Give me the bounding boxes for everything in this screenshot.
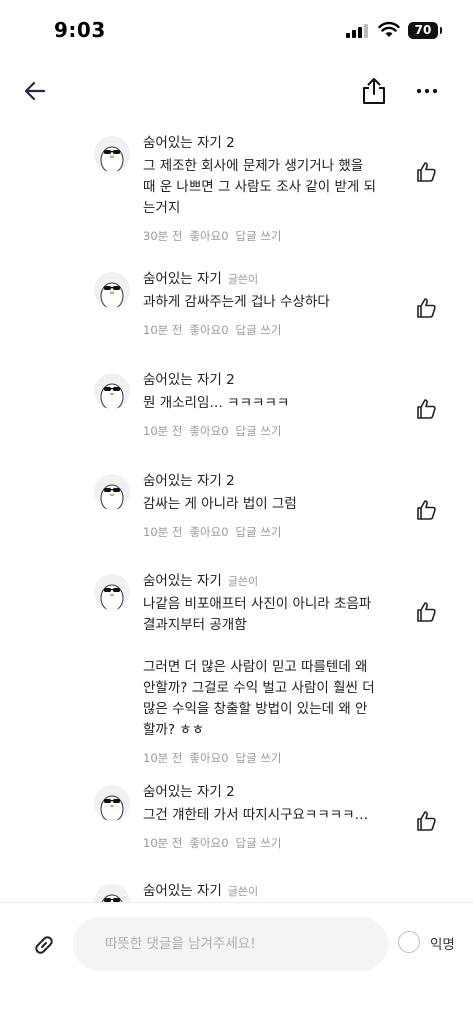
share-icon[interactable] — [360, 76, 388, 106]
battery-indicator: 70 — [408, 22, 438, 39]
comment-time: 10분 전 — [143, 836, 183, 850]
anonymous-label[interactable]: 익명 — [430, 933, 455, 953]
comment-header: 숨어있는 자기 2 — [143, 134, 393, 152]
comment-author: 숨어있는 자기 2 — [143, 135, 235, 151]
penguin-avatar-icon — [100, 282, 124, 308]
comment-meta: 30분 전 좋아요0 답글 쓰기 — [143, 228, 393, 244]
comment-text: 나같음 비포애프터 사진이 아니라 초음파 결과지부터 공개함 그러면 더 많은… — [143, 596, 375, 738]
comment-likes: 좋아요0 — [189, 323, 229, 337]
reply-button[interactable]: 답글 쓰기 — [236, 229, 282, 243]
comment-text: 그 제조한 회사에 문제가 생기거나 했을 때 운 나쁘면 그 사람도 조사 같… — [143, 158, 377, 216]
thumbs-up-icon[interactable] — [414, 809, 438, 833]
reply-button[interactable]: 답글 쓰기 — [236, 424, 282, 438]
thumbs-up-icon[interactable] — [414, 296, 438, 320]
author-badge: 글쓴이 — [227, 273, 259, 286]
comment-author: 숨어있는 자기 — [143, 883, 222, 899]
comment-body: 숨어있는 자기 글쓴이 — [143, 882, 393, 900]
comment-meta: 10분 전 좋아요0 답글 쓰기 — [143, 750, 393, 766]
comment-body: 숨어있는 자기 2 뭔 개소리임… ㅋㅋㅋㅋㅋ 10분 전 좋아요0 답글 쓰기 — [143, 371, 393, 439]
comment-meta: 10분 전 좋아요0 답글 쓰기 — [143, 524, 393, 540]
top-nav — [0, 66, 473, 116]
more-icon[interactable] — [414, 78, 440, 104]
paperclip-icon[interactable] — [30, 931, 58, 959]
penguin-avatar-icon — [100, 584, 124, 610]
avatar[interactable] — [94, 272, 130, 308]
comment-body: 숨어있는 자기 글쓴이 나같음 비포애프터 사진이 아니라 초음파 결과지부터 공… — [143, 572, 393, 766]
comment-body: 숨어있는 자기 글쓴이 과하게 감싸주는게 겁나 수상하다 10분 전 좋아요0 답글… — [143, 270, 393, 338]
anonymous-radio[interactable] — [398, 931, 420, 953]
penguin-avatar-icon — [100, 795, 124, 821]
comment-meta: 10분 전 좋아요0 답글 쓰기 — [143, 322, 393, 338]
comment-header: 숨어있는 자기 2 — [143, 371, 393, 389]
comment-header: 숨어있는 자기 글쓴이 — [143, 882, 393, 900]
reply-button[interactable]: 답글 쓰기 — [236, 836, 282, 850]
comment-body: 숨어있는 자기 2 그건 걔한테 가서 따지시구요ㅋㅋㅋㅋ… 10분 전 좋아요0… — [143, 783, 393, 851]
avatar[interactable] — [94, 785, 130, 821]
avatar[interactable] — [94, 136, 130, 172]
thumbs-up-icon[interactable] — [414, 498, 438, 522]
comment-time: 10분 전 — [143, 525, 183, 539]
comment-meta: 10분 전 좋아요0 답글 쓰기 — [143, 835, 393, 851]
author-badge: 글쓴이 — [227, 885, 259, 898]
comment-time: 10분 전 — [143, 323, 183, 337]
penguin-avatar-icon — [100, 484, 124, 510]
reply-button[interactable]: 답글 쓰기 — [236, 751, 282, 765]
avatar[interactable] — [94, 574, 130, 610]
penguin-avatar-icon — [100, 383, 124, 409]
comment-input[interactable] — [73, 917, 388, 971]
comment-body: 숨어있는 자기 2 그 제조한 회사에 문제가 생기거나 했을 때 운 나쁘면 … — [143, 134, 393, 244]
avatar[interactable] — [94, 373, 130, 409]
comment-author: 숨어있는 자기 2 — [143, 473, 235, 489]
wifi-icon — [378, 21, 400, 37]
comment-likes: 좋아요0 — [189, 424, 229, 438]
comment-likes: 좋아요0 — [189, 836, 229, 850]
comment-header: 숨어있는 자기 2 — [143, 472, 393, 490]
comment-time: 30분 전 — [143, 229, 183, 243]
comment-header: 숨어있는 자기 글쓴이 — [143, 572, 393, 590]
thumbs-up-icon[interactable] — [414, 160, 438, 184]
back-arrow-icon[interactable] — [22, 78, 48, 104]
avatar[interactable] — [94, 474, 130, 510]
penguin-avatar-icon — [100, 146, 124, 172]
status-bar: 9:03 70 — [0, 0, 473, 60]
comment-body: 숨어있는 자기 2 감싸는 게 아니라 법이 그럼 10분 전 좋아요0 답글 쓰기 — [143, 472, 393, 540]
comment-text: 뭔 개소리임… ㅋㅋㅋㅋㅋ — [143, 395, 290, 411]
comment-author: 숨어있는 자기 — [143, 573, 222, 589]
reply-button[interactable]: 답글 쓰기 — [236, 323, 282, 337]
comment-meta: 10분 전 좋아요0 답글 쓰기 — [143, 423, 393, 439]
comment-header: 숨어있는 자기 글쓴이 — [143, 270, 393, 288]
comment-author: 숨어있는 자기 2 — [143, 784, 235, 800]
comment-time: 10분 전 — [143, 751, 183, 765]
comment-likes: 좋아요0 — [189, 229, 229, 243]
signal-icon — [346, 24, 368, 38]
comment-text: 그건 걔한테 가서 따지시구요ㅋㅋㅋㅋ… — [143, 807, 369, 823]
comment-header: 숨어있는 자기 2 — [143, 783, 393, 801]
comment-author: 숨어있는 자기 — [143, 271, 222, 287]
comment-time: 10분 전 — [143, 424, 183, 438]
battery-cap — [440, 27, 442, 34]
comment-composer: 익명 — [0, 902, 473, 1025]
thumbs-up-icon[interactable] — [414, 600, 438, 624]
comment-author: 숨어있는 자기 2 — [143, 372, 235, 388]
thumbs-up-icon[interactable] — [414, 397, 438, 421]
comment-text: 감싸는 게 아니라 법이 그럼 — [143, 496, 297, 512]
comment-text: 과하게 감싸주는게 겁나 수상하다 — [143, 294, 330, 310]
author-badge: 글쓴이 — [227, 575, 259, 588]
comment-likes: 좋아요0 — [189, 751, 229, 765]
reply-button[interactable]: 답글 쓰기 — [236, 525, 282, 539]
comment-likes: 좋아요0 — [189, 525, 229, 539]
status-time: 9:03 — [54, 18, 106, 42]
